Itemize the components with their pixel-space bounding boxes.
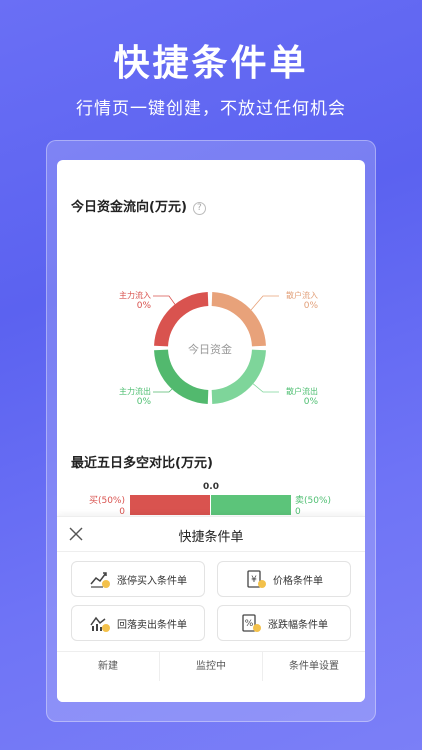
svg-text:%: % [245,619,254,629]
label-main-inflow: 主力流入 0% [113,290,151,312]
leader-line-retail-outflow [250,381,279,393]
label-retail-outflow-value: 0% [303,397,318,407]
net-value: 0.0 [203,482,219,492]
pullback-sell-order-label: 回落卖出条件单 [117,619,187,631]
yen-price-icon: ¥ [247,570,266,588]
sell-bar [211,495,291,515]
label-main-outflow: 主力流出 0% [113,386,151,408]
tab-monitoring[interactable]: 监控中 [160,652,263,681]
sheet-tabs: 新建 监控中 条件单设置 [57,651,365,681]
hero-subtitle: 行情页一键创建，不放过任何机会 [76,99,346,119]
leader-line-retail-inflow [250,295,279,311]
label-main-inflow-name: 主力流入 [119,291,151,300]
pullback-sell-order-button[interactable]: 回落卖出条件单 [71,605,205,641]
price-order-button[interactable]: ¥ 价格条件单 [217,561,351,597]
label-retail-outflow: 散户流出 0% [278,386,318,408]
long-short-title: 最近五日多空对比(万元) [71,456,213,471]
label-main-outflow-name: 主力流出 [119,387,151,396]
donut-center-label: 今日资金 [188,343,232,356]
label-main-outflow-value: 0% [136,397,151,407]
limit-up-buy-order-button[interactable]: 涨停买入条件单 [71,561,205,597]
donut-segment-main-outflow [154,349,209,404]
label-retail-outflow-name: 散户流出 [286,387,318,396]
app-card: 今日资金流向(万元)? 今日资金 主力流入 0% 散户流入 0% 散户流出 0%… [57,160,365,702]
percent-icon: % [242,614,261,632]
donut-segment-main-inflow [154,292,209,347]
pullback-chart-icon [90,616,110,632]
label-main-inflow-value: 0% [136,301,151,311]
limit-up-buy-order-label: 涨停买入条件单 [117,575,187,587]
price-order-label: 价格条件单 [273,575,323,587]
buy-label-text: 买(50%) [88,496,125,506]
label-retail-inflow-name: 散户流入 [286,291,318,300]
fund-flow-donut [153,292,279,404]
donut-segment-retail-outflow [211,349,266,404]
buy-bar [130,495,210,515]
hero-title: 快捷条件单 [113,43,309,84]
change-percent-order-label: 涨跌幅条件单 [268,619,328,631]
change-percent-order-button[interactable]: % 涨跌幅条件单 [217,605,351,641]
limit-up-chart-icon [90,572,110,588]
label-retail-inflow: 散户流入 0% [278,290,318,312]
sheet-divider [57,551,365,552]
label-retail-inflow-value: 0% [303,301,318,311]
sell-label-text: 卖(50%) [295,496,332,506]
quick-order-sheet: 快捷条件单 涨停买入条件单 ¥ 价格条件单 回落卖出条件单 % 涨跌幅条件单 新… [57,516,365,702]
sheet-title: 快捷条件单 [178,530,244,545]
svg-text:¥: ¥ [251,575,257,585]
donut-segment-retail-inflow [211,292,266,347]
buy-label: 买(50%) 0 [83,496,125,518]
tab-new[interactable]: 新建 [57,652,160,681]
tab-order-settings[interactable]: 条件单设置 [263,652,365,681]
sell-label: 卖(50%) 0 [295,496,331,518]
